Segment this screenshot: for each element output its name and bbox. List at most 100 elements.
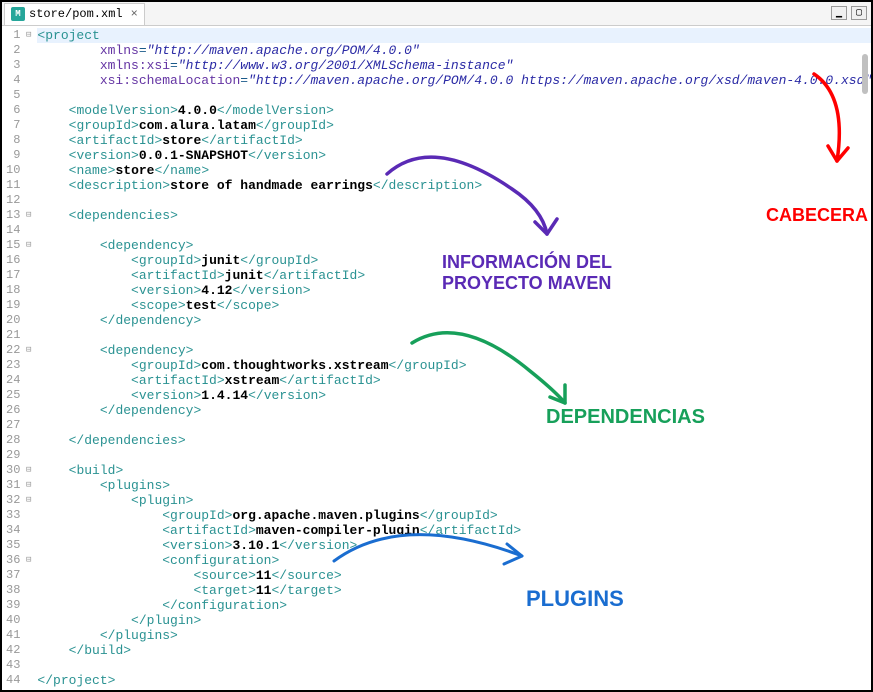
maven-file-icon: M xyxy=(11,7,25,21)
minimize-button[interactable]: ▁ xyxy=(831,6,847,20)
code-line[interactable]: <version>4.12</version> xyxy=(37,283,871,298)
tab-close-button[interactable]: × xyxy=(131,7,138,21)
code-line[interactable]: <target>11</target> xyxy=(37,583,871,598)
code-line[interactable]: <build> xyxy=(37,463,871,478)
code-content[interactable]: <project xmlns="http://maven.apache.org/… xyxy=(37,26,871,690)
line-number: 24 xyxy=(6,373,31,388)
code-line[interactable]: <scope>test</scope> xyxy=(37,298,871,313)
code-line[interactable]: </plugins> xyxy=(37,628,871,643)
line-number: 31⊟ xyxy=(6,478,31,493)
code-line[interactable]: xmlns:xsi="http://www.w3.org/2001/XMLSch… xyxy=(37,58,871,73)
fold-toggle-icon[interactable]: ⊟ xyxy=(21,208,31,223)
code-line[interactable]: <version>0.0.1-SNAPSHOT</version> xyxy=(37,148,871,163)
code-line[interactable]: <groupId>com.thoughtworks.xstream</group… xyxy=(37,358,871,373)
code-line[interactable]: <artifactId>maven-compiler-plugin</artif… xyxy=(37,523,871,538)
code-line[interactable] xyxy=(37,448,871,463)
code-line[interactable]: <dependency> xyxy=(37,238,871,253)
line-number: 27 xyxy=(6,418,31,433)
line-number: 40 xyxy=(6,613,31,628)
code-line[interactable]: <artifactId>xstream</artifactId> xyxy=(37,373,871,388)
fold-toggle-icon[interactable]: ⊟ xyxy=(21,553,31,568)
tab-filename: store/pom.xml xyxy=(29,7,123,21)
code-line[interactable]: <configuration> xyxy=(37,553,871,568)
code-line[interactable]: <plugins> xyxy=(37,478,871,493)
code-line[interactable]: xmlns="http://maven.apache.org/POM/4.0.0… xyxy=(37,43,871,58)
line-number: 2 xyxy=(6,43,31,58)
code-line[interactable]: <version>1.4.14</version> xyxy=(37,388,871,403)
code-line[interactable] xyxy=(37,328,871,343)
code-line[interactable]: </plugin> xyxy=(37,613,871,628)
line-number: 6 xyxy=(6,103,31,118)
line-number: 37 xyxy=(6,568,31,583)
line-number: 1⊟ xyxy=(6,28,31,43)
window-controls: ▁ ▢ xyxy=(831,6,867,20)
line-number: 4 xyxy=(6,73,31,88)
line-number: 28 xyxy=(6,433,31,448)
file-tab[interactable]: M store/pom.xml × xyxy=(4,3,145,25)
line-number: 36⊟ xyxy=(6,553,31,568)
code-line[interactable] xyxy=(37,418,871,433)
vertical-scrollbar[interactable] xyxy=(862,54,868,94)
line-number: 5 xyxy=(6,88,31,103)
maximize-button[interactable]: ▢ xyxy=(851,6,867,20)
code-line[interactable]: <source>11</source> xyxy=(37,568,871,583)
line-number: 29 xyxy=(6,448,31,463)
line-number: 18 xyxy=(6,283,31,298)
line-number: 21 xyxy=(6,328,31,343)
code-line[interactable]: </build> xyxy=(37,643,871,658)
code-line[interactable]: <groupId>com.alura.latam</groupId> xyxy=(37,118,871,133)
code-line[interactable]: <name>store</name> xyxy=(37,163,871,178)
code-line[interactable]: </configuration> xyxy=(37,598,871,613)
code-line[interactable]: <plugin> xyxy=(37,493,871,508)
line-number: 20 xyxy=(6,313,31,328)
line-number: 23 xyxy=(6,358,31,373)
fold-toggle-icon[interactable]: ⊟ xyxy=(21,493,31,508)
code-line[interactable] xyxy=(37,223,871,238)
code-line[interactable]: </dependency> xyxy=(37,403,871,418)
code-line[interactable]: </dependencies> xyxy=(37,433,871,448)
line-number: 8 xyxy=(6,133,31,148)
code-line[interactable]: <description>store of handmade earrings<… xyxy=(37,178,871,193)
code-line[interactable]: </project> xyxy=(37,673,871,688)
code-line[interactable]: <dependency> xyxy=(37,343,871,358)
line-number: 39 xyxy=(6,598,31,613)
code-line[interactable]: <artifactId>store</artifactId> xyxy=(37,133,871,148)
fold-toggle-icon[interactable]: ⊟ xyxy=(21,343,31,358)
code-line[interactable]: </dependency> xyxy=(37,313,871,328)
code-line[interactable]: <version>3.10.1</version> xyxy=(37,538,871,553)
line-number: 41 xyxy=(6,628,31,643)
line-number: 13⊟ xyxy=(6,208,31,223)
code-line[interactable]: <dependencies> xyxy=(37,208,871,223)
code-line[interactable]: <groupId>junit</groupId> xyxy=(37,253,871,268)
line-number: 26 xyxy=(6,403,31,418)
line-number: 17 xyxy=(6,268,31,283)
line-number: 15⊟ xyxy=(6,238,31,253)
fold-toggle-icon[interactable]: ⊟ xyxy=(21,28,31,43)
line-number: 19 xyxy=(6,298,31,313)
line-number: 9 xyxy=(6,148,31,163)
line-number: 3 xyxy=(6,58,31,73)
code-line[interactable] xyxy=(37,658,871,673)
fold-toggle-icon[interactable]: ⊟ xyxy=(21,238,31,253)
fold-toggle-icon[interactable]: ⊟ xyxy=(21,478,31,493)
line-number: 34 xyxy=(6,523,31,538)
line-number: 42 xyxy=(6,643,31,658)
line-gutter: 1⊟2345678910111213⊟1415⊟16171819202122⊟2… xyxy=(2,26,37,690)
code-line[interactable]: <artifactId>junit</artifactId> xyxy=(37,268,871,283)
line-number: 35 xyxy=(6,538,31,553)
line-number: 10 xyxy=(6,163,31,178)
line-number: 32⊟ xyxy=(6,493,31,508)
code-editor[interactable]: 1⊟2345678910111213⊟1415⊟16171819202122⊟2… xyxy=(2,26,871,690)
code-line[interactable]: <modelVersion>4.0.0</modelVersion> xyxy=(37,103,871,118)
code-line[interactable]: <groupId>org.apache.maven.plugins</group… xyxy=(37,508,871,523)
line-number: 25 xyxy=(6,388,31,403)
line-number: 11 xyxy=(6,178,31,193)
code-line[interactable]: xsi:schemaLocation="http://maven.apache.… xyxy=(37,73,871,88)
fold-toggle-icon[interactable]: ⊟ xyxy=(21,463,31,478)
line-number: 38 xyxy=(6,583,31,598)
line-number: 44 xyxy=(6,673,31,688)
code-line[interactable]: <project xyxy=(37,28,871,43)
code-line[interactable] xyxy=(37,193,871,208)
code-line[interactable] xyxy=(37,88,871,103)
line-number: 33 xyxy=(6,508,31,523)
